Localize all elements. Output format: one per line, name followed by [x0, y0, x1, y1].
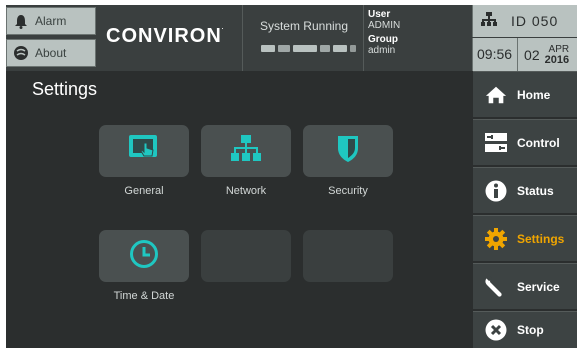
home-icon [485, 84, 507, 106]
year-value: 2016 [544, 53, 570, 66]
about-button[interactable]: About [6, 39, 96, 67]
control-icon [485, 132, 507, 154]
user-info: User ADMIN Group admin [368, 9, 400, 56]
touch-screen-icon [128, 134, 160, 169]
empty-tile [303, 230, 393, 282]
system-status: System Running [242, 5, 364, 71]
header: Alarm About CONVIRON. System Running Use… [6, 5, 577, 71]
app-frame: Alarm About CONVIRON. System Running Use… [6, 5, 577, 348]
network-label: Network [225, 185, 267, 197]
id-text: ID 050 [511, 13, 559, 29]
time-date-label: Time & Date [113, 290, 175, 302]
status-text: System Running [259, 19, 349, 33]
general-label: General [124, 185, 164, 197]
network-icon [231, 134, 261, 168]
conviron-logo-icon [13, 45, 29, 61]
sidebar-item-service[interactable]: Service [473, 263, 577, 309]
sidebar-item-settings[interactable]: Settings [473, 215, 577, 261]
day-value: 02 [524, 46, 540, 63]
network-tile[interactable] [201, 125, 291, 177]
bell-icon [13, 13, 29, 29]
page-title: Settings [32, 79, 98, 99]
empty-tile [201, 230, 291, 282]
security-tile[interactable] [303, 125, 393, 177]
security-label: Security [328, 185, 368, 197]
sidebar-item-label: Settings [517, 231, 565, 246]
group-label: Group [368, 34, 398, 45]
group-value: admin [368, 45, 396, 56]
about-label: About [35, 46, 67, 60]
sidebar-item-label: Service [517, 279, 560, 294]
date-time: 09:56 02 APR 2016 [472, 38, 577, 71]
alarm-label: Alarm [35, 14, 67, 28]
status-progress-bar [261, 45, 356, 52]
sidebar-item-control[interactable]: Control [473, 119, 577, 165]
gear-icon [485, 227, 507, 250]
sidebar-item-stop[interactable]: Stop [473, 311, 577, 348]
time-value: 09:56 [473, 38, 519, 71]
sidebar-item-label: Stop [517, 323, 544, 337]
sidebar-item-home[interactable]: Home [473, 71, 577, 117]
wrench-icon [485, 275, 507, 298]
shield-icon [336, 134, 360, 169]
conviron-logo: CONVIRON. [106, 25, 225, 47]
sidebar-item-label: Home [517, 87, 551, 102]
user-label: User [368, 9, 391, 20]
time-date-tile[interactable] [99, 230, 189, 282]
info-icon [485, 180, 507, 202]
general-tile[interactable] [99, 125, 189, 177]
chamber-id[interactable]: ID 050 [472, 5, 577, 37]
stop-icon [485, 319, 507, 341]
sidebar-item-label: Status [517, 183, 554, 198]
month-value: APR [548, 43, 570, 55]
clock-icon [129, 239, 159, 274]
network-icon [481, 11, 497, 31]
sidebar: Home Control Status Settings Service Sto… [473, 71, 577, 348]
alarm-button[interactable]: Alarm [6, 7, 96, 35]
sidebar-item-status[interactable]: Status [473, 167, 577, 213]
sidebar-item-label: Control [517, 135, 560, 150]
user-value: ADMIN [368, 20, 401, 31]
